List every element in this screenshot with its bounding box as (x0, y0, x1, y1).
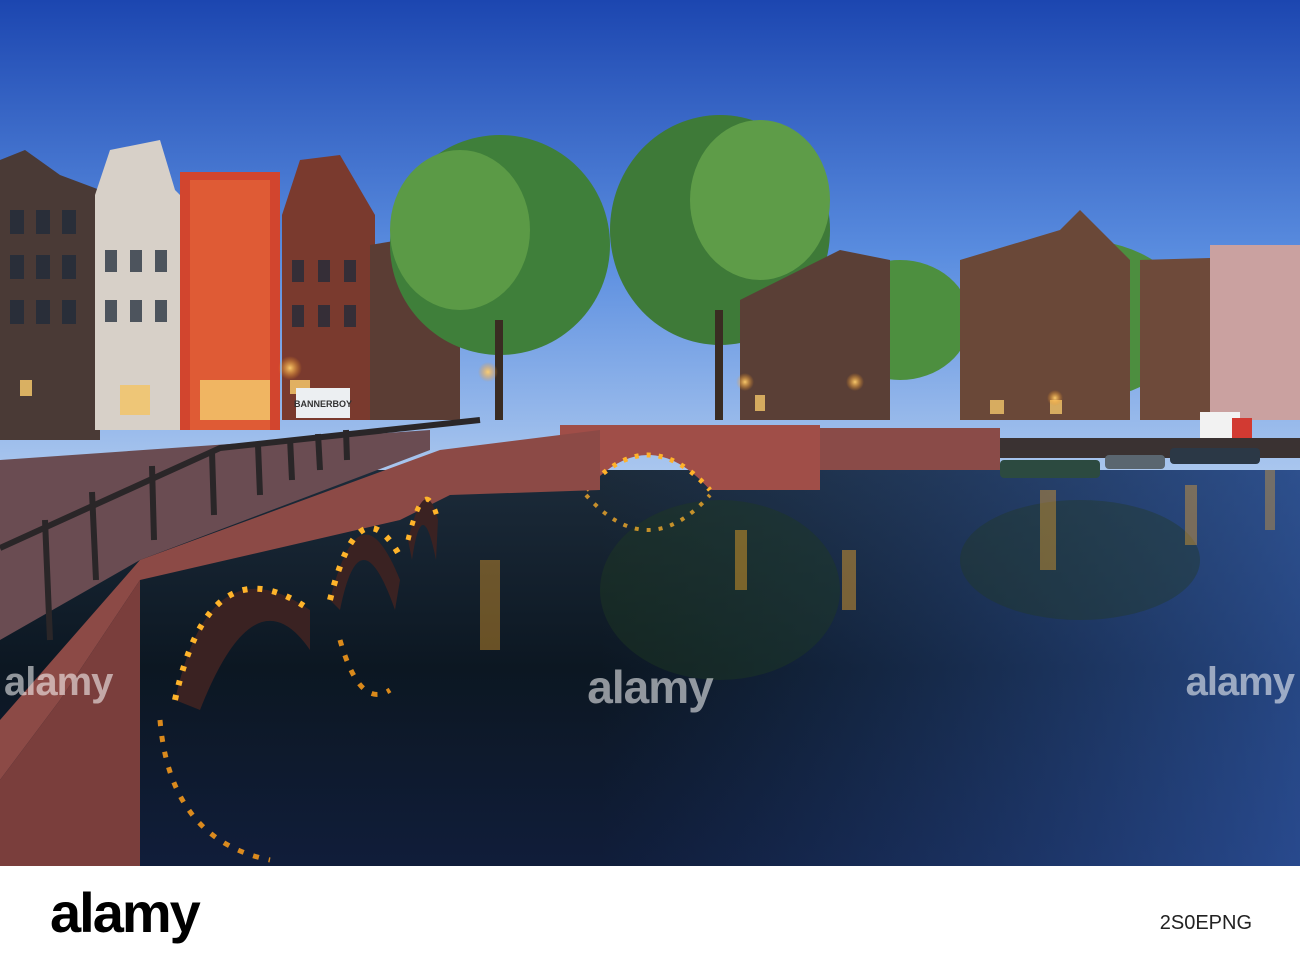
canal-photo: BANNERBOY alamy alamy alamy (0, 0, 1300, 866)
shop-sign: BANNERBOY (294, 399, 352, 409)
footer-bar: alamy 2S0EPNG (0, 866, 1300, 956)
image-id: 2S0EPNG (1160, 912, 1252, 935)
watermark-left: alamy (4, 660, 113, 704)
watermark-center: alamy (587, 661, 713, 713)
canal-scene: BANNERBOY (0, 0, 1300, 866)
watermark-right: alamy (1185, 660, 1295, 704)
image-id-value: 2S0EPNG (1159, 912, 1252, 934)
alamy-logo: alamy (50, 881, 201, 944)
image-frame: BANNERBOY alamy alamy alamy alamy 2S0EPN… (0, 0, 1300, 956)
